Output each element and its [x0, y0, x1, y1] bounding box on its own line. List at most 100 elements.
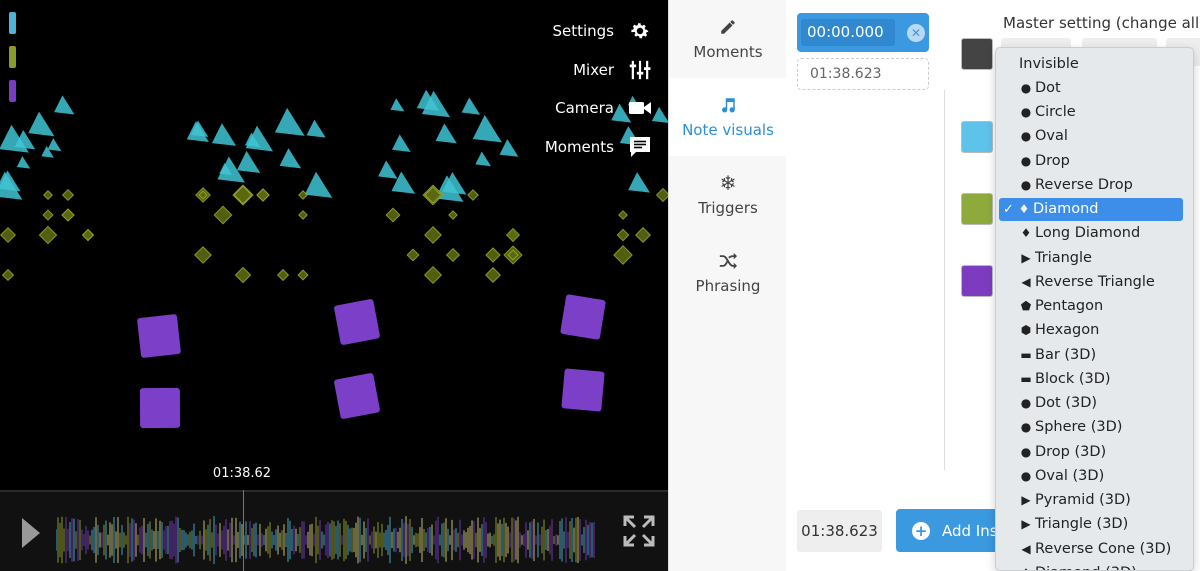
dropdown-option-label: Triangle (3D): [1035, 516, 1129, 533]
shape-icon: ●: [1020, 80, 1032, 95]
playhead[interactable]: [243, 490, 244, 571]
dropdown-option[interactable]: ● Drop (3D): [999, 440, 1183, 463]
dropdown-option[interactable]: ◀ Reverse Cone (3D): [999, 537, 1183, 560]
fullscreen-icon[interactable]: [622, 514, 656, 548]
dropdown-option[interactable]: Invisible: [999, 52, 1183, 75]
dropdown-option[interactable]: ● Dot: [999, 76, 1183, 99]
track-swatch-1[interactable]: [9, 12, 16, 34]
master-setting-label: Master setting (change all lay: [1003, 14, 1200, 32]
dropdown-option[interactable]: ● Drop: [999, 149, 1183, 172]
music-note-icon: [718, 95, 738, 115]
dropdown-option[interactable]: ▶ Triangle (3D): [999, 513, 1183, 536]
shape-icon: ♦: [1020, 226, 1032, 241]
side-tabs: Moments Note visuals ❄ Triggers Phrasing: [668, 0, 787, 571]
note-shape: [306, 119, 326, 138]
note-shape: [28, 111, 55, 137]
moment-time-new[interactable]: 01:38.623: [797, 58, 929, 90]
dropdown-option[interactable]: ♦ Long Diamond: [999, 222, 1183, 245]
dropdown-option[interactable]: ▶ Pyramid (3D): [999, 489, 1183, 512]
note-visualization: [0, 89, 668, 429]
note-shape: [137, 314, 181, 358]
dropdown-option[interactable]: ● Circle: [999, 101, 1183, 124]
play-icon[interactable]: [20, 516, 42, 550]
sliders-icon: [628, 58, 652, 82]
dropdown-option[interactable]: ● Oval (3D): [999, 464, 1183, 487]
note-shape: [613, 245, 633, 265]
color-swatch-track-3[interactable]: [961, 265, 993, 297]
shuffle-icon: [718, 251, 738, 271]
dropdown-option-label: Hexagon: [1035, 322, 1100, 339]
dropdown-option[interactable]: ● Sphere (3D): [999, 416, 1183, 439]
dropdown-option-label: Dot: [1035, 79, 1061, 96]
note-shape: [16, 155, 31, 169]
dropdown-option[interactable]: ● Oval: [999, 125, 1183, 148]
tab-phrasing[interactable]: Phrasing: [669, 234, 787, 312]
shape-icon: ♦: [1018, 202, 1030, 216]
plus-icon: +: [912, 521, 930, 540]
tab-moments[interactable]: Moments: [669, 0, 787, 78]
dropdown-option[interactable]: ◀ Reverse Triangle: [999, 270, 1183, 293]
note-shape: [424, 186, 442, 204]
note-shape: [655, 187, 668, 203]
track-swatch-2[interactable]: [9, 46, 16, 68]
dropdown-option-label: Bar (3D): [1035, 346, 1097, 363]
note-shape: [424, 226, 442, 244]
note-shape: [194, 246, 212, 264]
shape-icon: ◀: [1021, 274, 1031, 289]
shape-icon: ▬: [1020, 371, 1032, 386]
current-time: 01:38.62: [212, 466, 272, 481]
dropdown-option[interactable]: ● Dot (3D): [999, 392, 1183, 415]
note-shape: [435, 123, 457, 144]
pencil-icon: [718, 17, 738, 37]
video-camera-icon: [628, 96, 652, 120]
note-shape: [0, 226, 17, 244]
dropdown-option[interactable]: ▬ Bar (3D): [999, 343, 1183, 366]
camera-menu[interactable]: Camera: [555, 95, 652, 121]
visualizer-canvas[interactable]: Settings Mixer Camera Moments 01:38.62: [0, 0, 668, 571]
note-shape: [233, 185, 253, 205]
tab-triggers[interactable]: ❄ Triggers: [669, 156, 787, 234]
note-shape: [213, 205, 233, 225]
settings-menu[interactable]: Settings: [552, 18, 652, 44]
mixer-menu[interactable]: Mixer: [573, 57, 652, 83]
shape-icon: ▬: [1020, 347, 1032, 362]
color-swatch-track-2[interactable]: [961, 193, 993, 225]
shape-dropdown-menu[interactable]: Invisible ● Dot ● Circle ● Oval ● Drop ● Reverse D…: [995, 47, 1194, 571]
timeline-bar[interactable]: [0, 490, 668, 571]
note-shape: [378, 160, 398, 179]
dropdown-option[interactable]: ✓ ♦ Diamond: [999, 197, 1183, 221]
note-shape: [385, 207, 401, 223]
note-shape: [390, 98, 405, 112]
shape-icon: ●: [1020, 105, 1032, 119]
dropdown-option[interactable]: ⬢ Hexagon: [999, 319, 1183, 342]
waveform[interactable]: [56, 500, 601, 566]
clear-icon[interactable]: ✕: [907, 24, 925, 42]
dropdown-option-label: Triangle: [1035, 249, 1092, 266]
moments-label: Moments: [544, 138, 614, 156]
color-swatch-master[interactable]: [961, 38, 993, 70]
note-shape: [467, 189, 479, 201]
dropdown-option[interactable]: ⬟ Pentagon: [999, 295, 1183, 318]
dropdown-option[interactable]: ▶ Triangle: [999, 246, 1183, 269]
dropdown-option-label: Reverse Cone (3D): [1035, 540, 1172, 557]
moment-time-active[interactable]: 00:00.000 ✕: [797, 13, 929, 52]
dropdown-option[interactable]: ● Reverse Drop: [999, 173, 1183, 196]
dropdown-option-label: Drop: [1035, 152, 1070, 169]
note-shape: [505, 227, 521, 243]
track-swatch-3[interactable]: [9, 80, 16, 102]
dropdown-option[interactable]: ♦Diamond (3D): [999, 561, 1183, 570]
shape-icon: ▶: [1021, 517, 1031, 532]
speech-bubble-icon: [628, 135, 652, 159]
note-shape: [298, 210, 308, 220]
dropdown-option-label: Oval: [1035, 128, 1068, 145]
dropdown-option[interactable]: ▬ Block (3D): [999, 367, 1183, 390]
moments-menu[interactable]: Moments: [545, 134, 652, 160]
color-swatch-track-1[interactable]: [961, 121, 993, 153]
gear-icon: [628, 19, 652, 43]
dropdown-option-label: Oval (3D): [1035, 467, 1105, 484]
shape-icon: ⬢: [1020, 323, 1032, 338]
tab-note-visuals[interactable]: Note visuals: [669, 78, 787, 156]
note-shape: [276, 268, 290, 282]
note-shape: [186, 121, 209, 142]
dropdown-option-label: Dot (3D): [1035, 395, 1098, 411]
